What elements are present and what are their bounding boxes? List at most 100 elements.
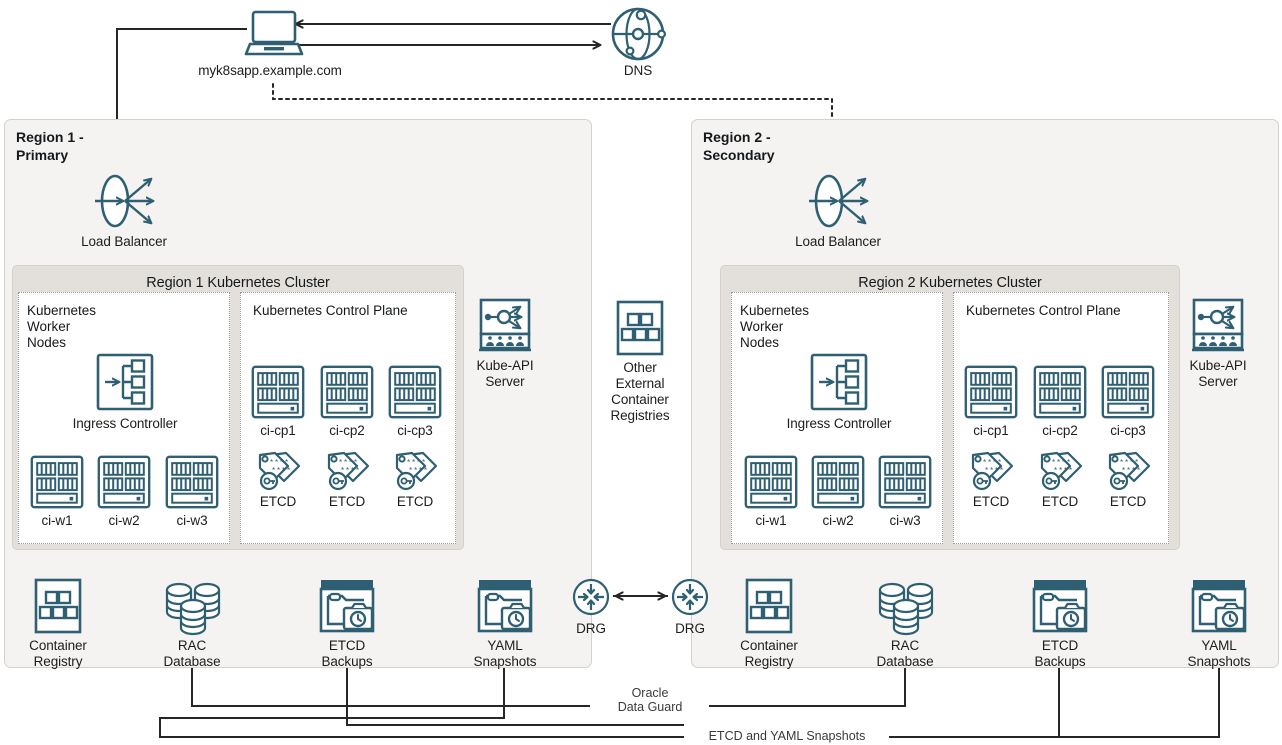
drg-icon [671,578,709,616]
region-2-drg-label: DRG [675,621,705,636]
server-icon [388,365,442,419]
region-1-container-registry-label: Container Registry [29,638,87,669]
region-2-control-plane-node-label: ci-cp3 [1110,423,1146,438]
region-1-worker-nodes-title: Kubernetes Worker Nodes [27,303,97,351]
region-1-etcd-label: ETCD [259,494,297,509]
region-2-ingress-label: Ingress Controller [786,416,892,431]
svg-text:*: * [287,466,290,475]
region-2-worker-node-label: ci-w2 [822,513,854,528]
region-1-load-balancer-label: Load Balancer [81,234,167,249]
snapshot-icon [1031,578,1089,634]
region-2-etcd-label: ETCD [1109,494,1147,509]
region-2-worker-node-label: ci-w3 [889,513,921,528]
region-1-cluster-title: Region 1 Kubernetes Cluster [146,275,330,291]
server-icon [1101,365,1155,419]
svg-text:*: * [1059,466,1062,475]
load-balancer-icon [95,170,173,232]
region-2-etcd-label: ETCD [972,494,1010,509]
region-2-worker-nodes-title: Kubernetes Worker Nodes [740,303,810,351]
external-registries-label: Other External Container Registries [610,360,670,423]
svg-text:*: * [1000,466,1003,475]
kube-api-icon [479,298,531,354]
svg-text:*: * [990,466,993,475]
svg-text:*: * [1127,466,1130,475]
etcd-icon: * * * * * * * * [1106,450,1152,492]
region-1-worker-node-label: ci-w3 [176,513,208,528]
region-2-kube-api-label: Kube-API Server [1189,358,1247,389]
region-1-kube-api-label: Kube-API Server [476,358,534,389]
svg-text:*: * [419,466,422,475]
snapshot-icon [476,578,534,634]
laptop-icon [244,10,304,58]
database-icon [163,578,223,636]
server-icon [165,455,219,509]
server-icon [964,365,1018,419]
region-2-title: Region 2 - Secondary [703,129,775,163]
region-2-control-plane-node-label: ci-cp1 [973,423,1009,438]
load-balancer-icon [809,170,887,232]
etcd-icon: * * * * * * * * [256,450,302,492]
svg-text:*: * [277,466,280,475]
etcd-icon: * * * * * * * * [969,450,1015,492]
etcd-icon: * * * * * * * * [393,450,439,492]
region-2-control-plane-title: Kubernetes Control Plane [966,303,1121,318]
container-registry-icon [33,578,83,634]
svg-text:*: * [346,466,349,475]
drg-icon [572,578,610,616]
snapshots-transfer-label: ETCD and YAML Snapshots [685,729,889,744]
svg-text:*: * [1064,466,1067,475]
region-1-control-plane-node-label: ci-cp2 [329,423,365,438]
data-guard-label: Oracle Data Guard [591,686,709,715]
region-1-control-plane-node-label: ci-cp1 [260,423,296,438]
server-icon [1033,365,1087,419]
database-icon [876,578,936,636]
server-icon [320,365,374,419]
svg-text:*: * [1132,466,1135,475]
kube-api-icon [1192,298,1244,354]
ingress-controller-icon [810,353,868,411]
svg-text:*: * [1137,466,1140,475]
container-registry-icon [615,300,665,356]
region-1-etcd-label: ETCD [396,494,434,509]
region-2-load-balancer-label: Load Balancer [795,234,881,249]
globe-icon [608,4,668,64]
region-1-etcd-backups-label: ETCD Backups [321,638,373,669]
architecture-diagram: myk8sapp.example.com DNS Region 1 - Prim… [0,0,1282,745]
region-1-title: Region 1 - Primary [16,129,84,163]
svg-text:*: * [282,466,285,475]
server-icon [811,455,865,509]
region-1-database-label: RAC Database [163,638,221,669]
client-label: myk8sapp.example.com [198,63,342,78]
ingress-controller-icon [96,353,154,411]
snapshot-icon [318,578,376,634]
region-1-worker-node-label: ci-w2 [108,513,140,528]
svg-text:*: * [1069,466,1072,475]
svg-text:*: * [995,466,998,475]
server-icon [251,365,305,419]
server-icon [97,455,151,509]
region-2-etcd-backups-label: ETCD Backups [1034,638,1086,669]
region-2-yaml-snapshots-label: YAML Snapshots [1187,638,1251,669]
region-1-yaml-snapshots-label: YAML Snapshots [473,638,537,669]
region-2-container-registry-label: Container Registry [740,638,798,669]
container-registry-icon [744,578,794,634]
region-2-etcd-label: ETCD [1041,494,1079,509]
region-1-drg-label: DRG [576,621,606,636]
svg-text:*: * [424,466,427,475]
svg-text:*: * [356,466,359,475]
region-1-ingress-label: Ingress Controller [72,416,178,431]
snapshot-icon [1190,578,1248,634]
server-icon [30,455,84,509]
etcd-icon: * * * * * * * * [1038,450,1084,492]
svg-text:*: * [351,466,354,475]
region-1-control-plane-node-label: ci-cp3 [397,423,433,438]
etcd-icon: * * * * * * * * [325,450,371,492]
svg-text:*: * [414,466,417,475]
server-icon [744,455,798,509]
region-2-control-plane-node-label: ci-cp2 [1042,423,1078,438]
region-1-control-plane-title: Kubernetes Control Plane [253,303,408,318]
region-2-worker-node-label: ci-w1 [755,513,787,528]
region-2-cluster-title: Region 2 Kubernetes Cluster [858,275,1042,291]
region-1-etcd-label: ETCD [328,494,366,509]
server-icon [878,455,932,509]
